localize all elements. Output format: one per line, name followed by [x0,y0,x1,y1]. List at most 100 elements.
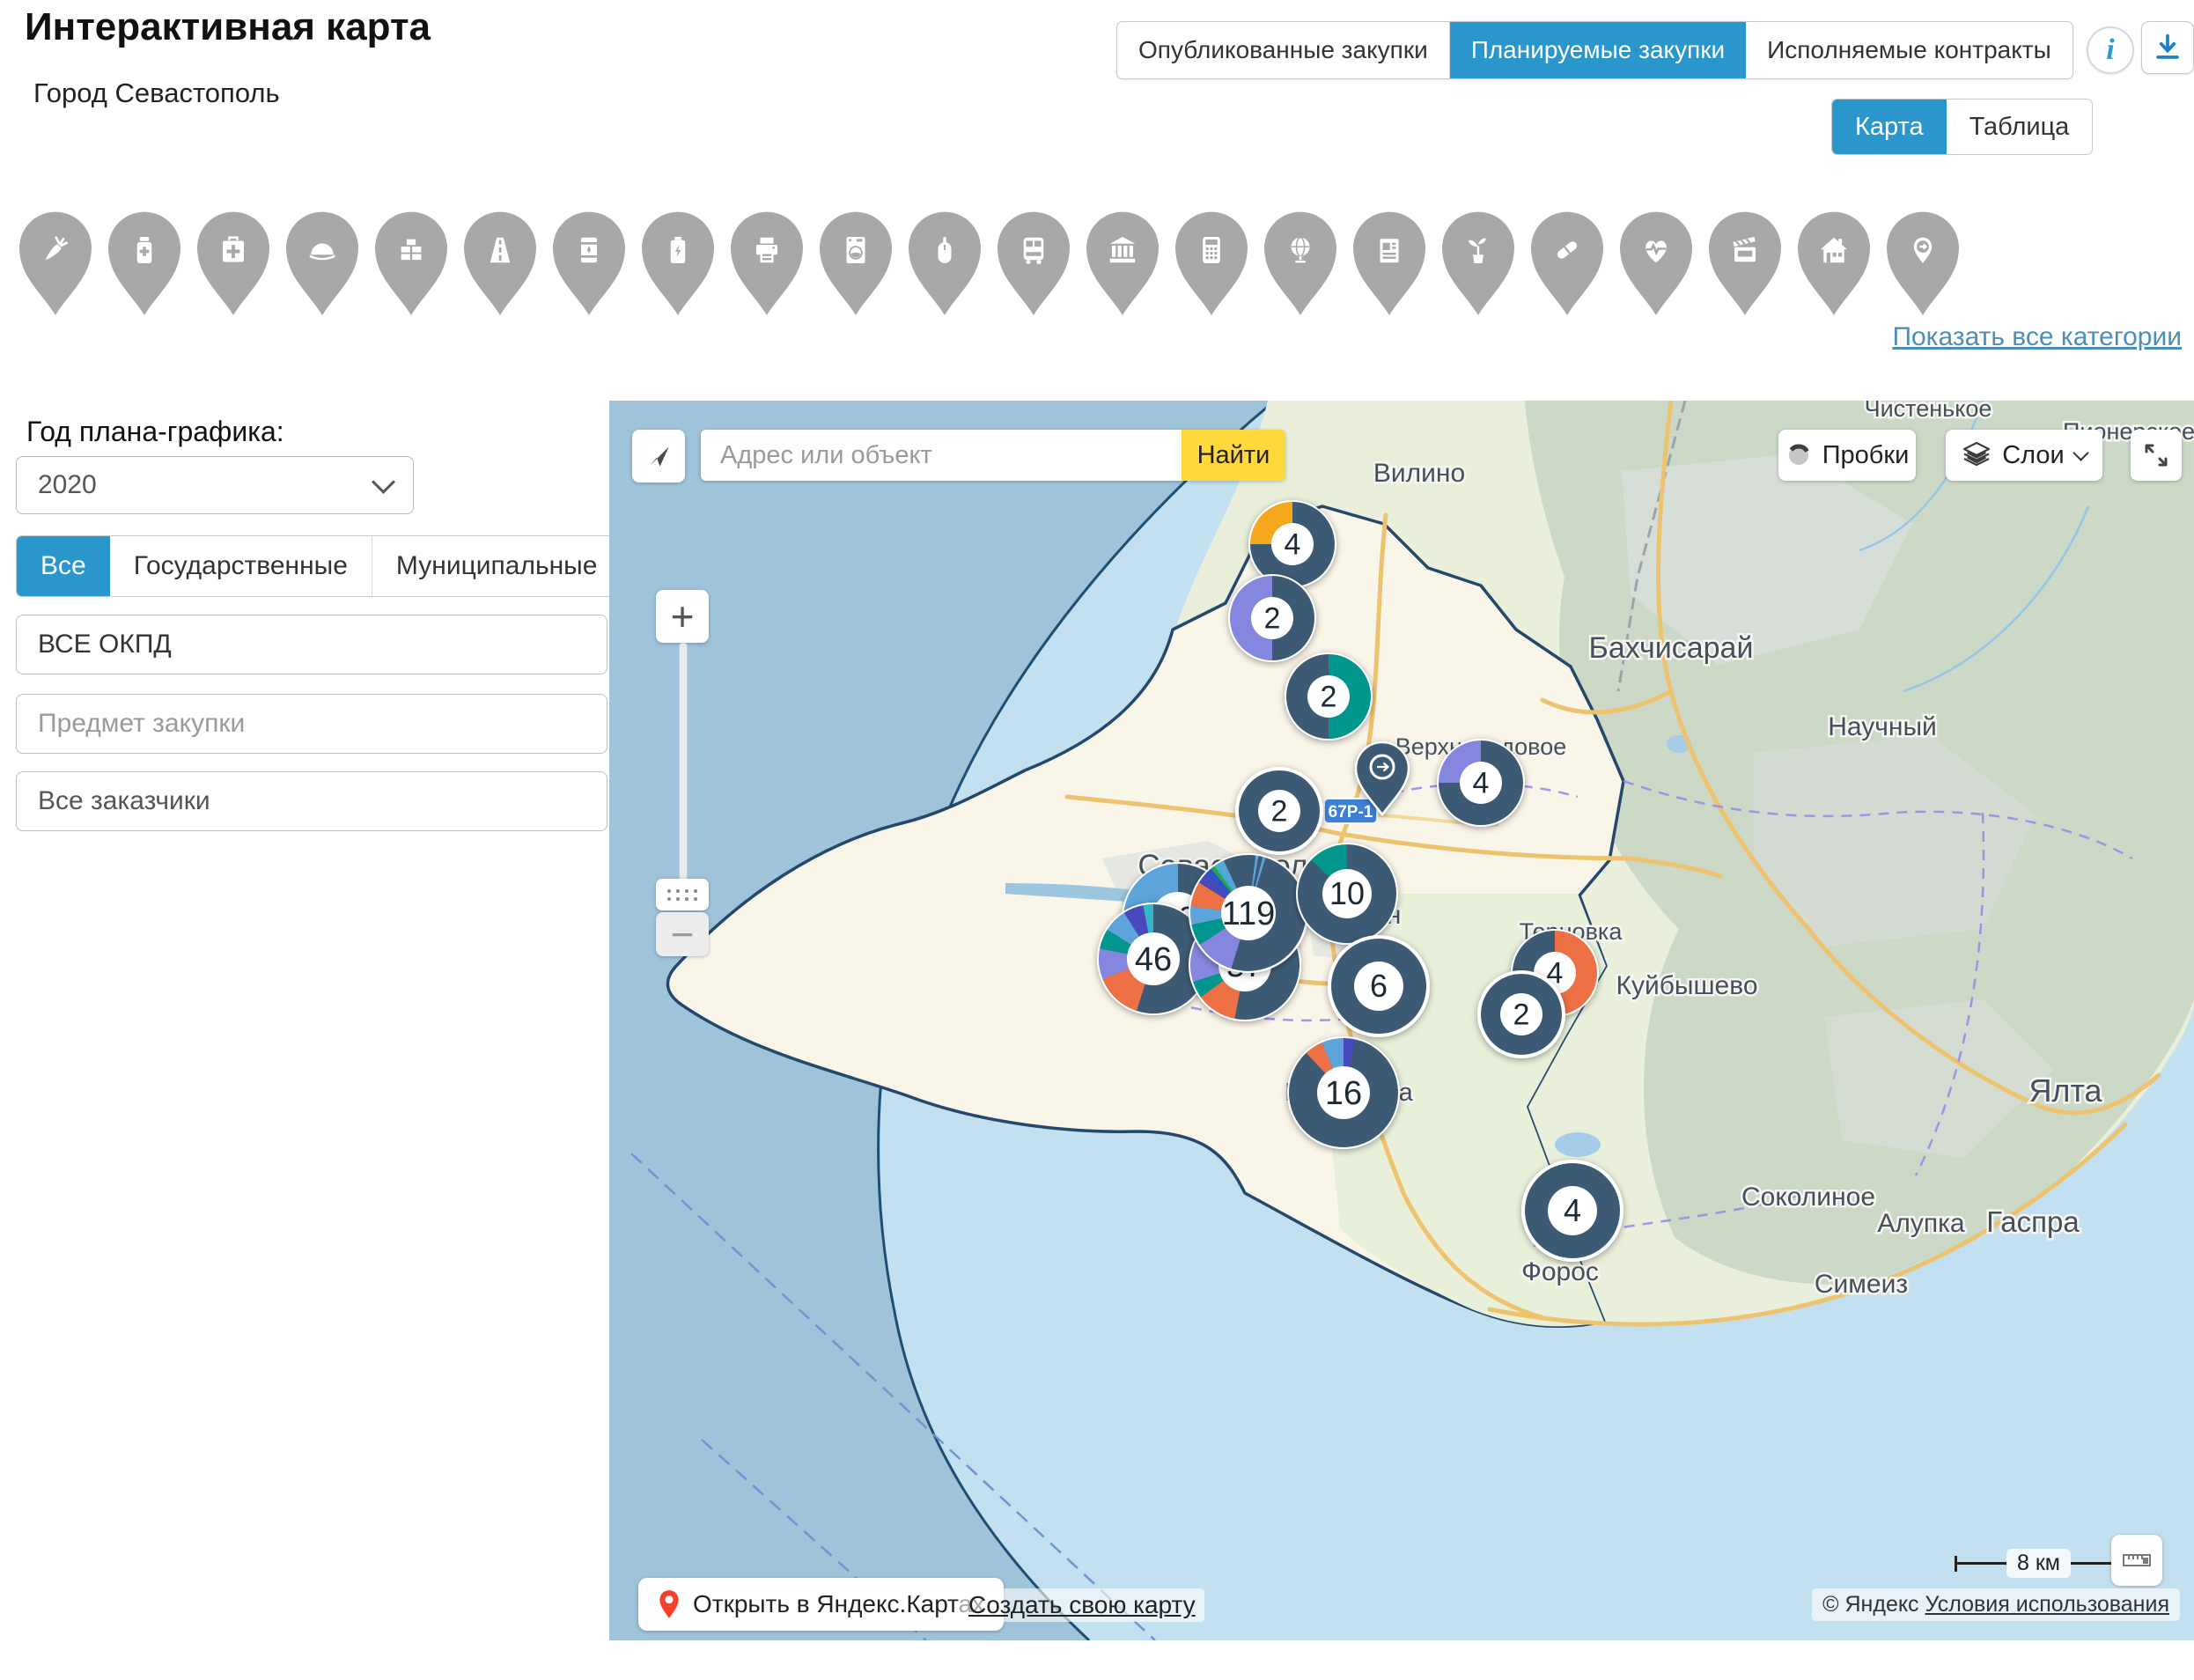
map-cluster[interactable]: 4 [1439,741,1523,825]
scale-label: 8 км [2006,1549,2071,1578]
traffic-button[interactable]: Пробки [1778,430,1916,481]
map-search-input[interactable] [701,430,1182,481]
layers-label: Слои [2002,441,2065,470]
category-pin-calculator[interactable] [1170,210,1253,319]
terms-of-use-link[interactable]: Условия использования [1925,1592,2169,1617]
road-badge: 67Р-1 [1329,803,1373,822]
map-copyright: © Яндекс Условия использования [1812,1588,2180,1621]
map-scalebar: 8 км [1955,1549,2123,1578]
geolocate-button[interactable] [632,430,685,483]
view-map-button[interactable]: Карта [1832,99,1947,154]
layers-button[interactable]: Слои [1946,430,2102,481]
map-place-label: Форос [1521,1257,1599,1286]
zoom-slider-handle[interactable] [656,879,709,910]
category-pin-washing-machine[interactable] [814,210,897,319]
cluster-count: 2 [1321,681,1337,714]
newspaper-icon [1348,210,1431,319]
map-cluster[interactable]: 2 [1286,654,1371,739]
map-cluster[interactable]: 16 [1289,1038,1398,1147]
download-button[interactable] [2141,21,2194,74]
cluster-count: 2 [1513,998,1530,1032]
plant-icon [1437,210,1520,319]
okpd-input[interactable] [16,615,607,674]
open-in-yandex-maps-button[interactable]: Открыть в Яндекс.Картах [638,1578,1004,1631]
map-cluster[interactable]: 2 [1479,972,1564,1057]
category-pin-battery[interactable] [637,210,719,319]
map-cluster[interactable]: 4 [1523,1161,1622,1260]
category-pin-helmet[interactable] [281,210,364,319]
geolocate-arrow-icon [644,441,674,471]
map-cluster[interactable]: 6 [1329,937,1428,1035]
cluster-count: 4 [1473,767,1490,800]
zoom-in-button[interactable]: + [656,590,709,643]
map-canvas[interactable]: ВилиноЧистенькоеПионерскоеПочтовоеБахчис… [609,401,2194,1640]
view-toggle: Карта Таблица [1831,99,2093,155]
map-place-label: Симеиз [1815,1270,1908,1299]
category-pin-location[interactable] [1881,210,1964,319]
category-pin-globe[interactable] [1259,210,1342,319]
download-icon [2153,33,2183,63]
plan-year-select[interactable]: 2020 [16,456,414,514]
calculator-icon [1170,210,1253,319]
bank-icon [1081,210,1164,319]
category-pin-bricks[interactable] [370,210,453,319]
first-aid-kit-icon [192,210,275,319]
road-badge-group: 67Р-1 [1324,799,1377,823]
map-cluster[interactable]: 2 [1230,576,1314,660]
category-pin-bus[interactable] [992,210,1075,319]
traffic-label: Пробки [1822,441,1910,470]
customers-input[interactable] [16,771,607,831]
tab-executed-contracts[interactable]: Исполняемые контракты [1746,22,2073,78]
purchase-type-tabs: Опубликованные закупки Планируемые закуп… [1116,21,2073,79]
category-pin-plant[interactable] [1437,210,1520,319]
scope-municipal-button[interactable]: Муниципальные [372,536,621,596]
chevron-down-icon [2073,445,2088,461]
house-icon [1793,210,1875,319]
zoom-out-button[interactable]: − [656,912,709,956]
category-pin-road[interactable] [459,210,541,319]
category-pin-barrel[interactable] [548,210,630,319]
fullscreen-button[interactable] [2131,430,2182,481]
category-pin-medicine-bottle[interactable] [103,210,186,319]
category-pin-bank[interactable] [1081,210,1164,319]
page-subtitle: Город Севастополь [33,77,280,109]
map-place-label: Ялта [2028,1072,2102,1109]
category-pin-printer[interactable] [725,210,808,319]
scope-all-button[interactable]: Все [17,536,110,596]
zoom-slider-track[interactable] [679,643,688,884]
map-search: Найти [701,430,1285,481]
show-all-categories-link[interactable]: Показать все категории [1892,322,2182,352]
category-pin-pill[interactable] [1526,210,1609,319]
bus-icon [992,210,1075,319]
washing-machine-icon [814,210,897,319]
map-cluster[interactable]: 119 [1190,855,1307,971]
category-pin-house[interactable] [1793,210,1875,319]
map-search-button[interactable]: Найти [1182,430,1285,481]
create-own-map-link[interactable]: Создать свою карту [960,1588,1204,1622]
ruler-button[interactable] [2111,1535,2162,1586]
scope-state-button[interactable]: Государственные [110,536,372,596]
mouse-icon [903,210,986,319]
category-pin-newspaper[interactable] [1348,210,1431,319]
barrel-icon [548,210,630,319]
tab-published-purchases[interactable]: Опубликованные закупки [1117,22,1450,78]
road-icon [459,210,541,319]
tab-planned-purchases[interactable]: Планируемые закупки [1450,22,1746,78]
view-table-button[interactable]: Таблица [1947,99,2093,154]
category-pin-health[interactable] [1615,210,1697,319]
map-cluster[interactable]: 10 [1298,844,1396,943]
helmet-icon [281,210,364,319]
scope-segmented-control: Все Государственные Муниципальные [16,535,622,597]
copyright-text: © Яндекс [1822,1592,1918,1617]
cluster-count: 16 [1325,1075,1362,1112]
category-pin-carrot[interactable] [14,210,97,319]
info-button[interactable]: i [2087,26,2134,74]
cluster-count: 4 [1564,1192,1581,1228]
category-pin-first-aid-kit[interactable] [192,210,275,319]
map-cluster[interactable]: 4 [1250,502,1335,586]
purchase-subject-input[interactable] [16,694,607,754]
category-pin-mouse[interactable] [903,210,986,319]
yandex-map[interactable]: ВилиноЧистенькоеПионерскоеПочтовоеБахчис… [609,401,2194,1640]
map-cluster[interactable]: 2 [1237,769,1322,853]
category-pin-cinema[interactable] [1704,210,1786,319]
